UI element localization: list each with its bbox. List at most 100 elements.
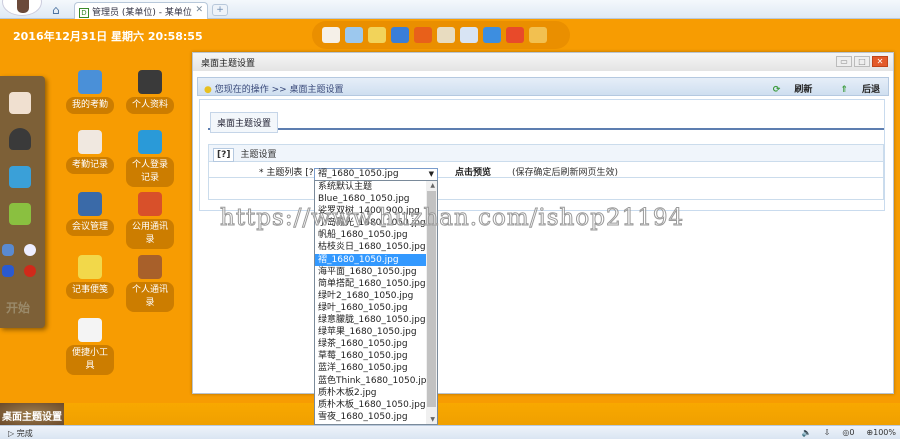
globe-icon[interactable] — [483, 27, 501, 43]
tab-strip: 桌面主题设置 — [208, 110, 884, 133]
lightbulb-icon: ● — [204, 85, 212, 95]
dropdown-option[interactable]: 绿叶_1680_1050.jpg — [315, 302, 426, 314]
content-area: 桌面主题设置 [?] 主题设置 * 主题列表 [?] 点击预览 (保存确定后刷新网… — [199, 99, 885, 211]
dropdown-option[interactable]: 草莓_1680_1050.jpg — [315, 350, 426, 362]
dropdown-option[interactable]: 绿叶2_1680_1050.jpg — [315, 290, 426, 302]
desktop-icon[interactable]: 个人登录记录 — [123, 130, 177, 187]
close-icon[interactable] — [24, 265, 36, 277]
scrollbar[interactable]: ▲ ▼ — [426, 181, 437, 424]
desktop-icon[interactable]: 个人通讯录 — [123, 255, 177, 312]
dropdown-option[interactable]: 质朴木板2.jpg — [315, 387, 426, 399]
dropdown-option[interactable]: 绿苹果_1680_1050.jpg — [315, 326, 426, 338]
mail-icon[interactable] — [368, 27, 386, 43]
theme-row: * 主题列表 [?] 点击预览 (保存确定后刷新网页生效) — [208, 162, 884, 178]
dropdown-option[interactable]: 娑罗双树_1400_900.jpg — [315, 205, 426, 217]
help-button[interactable]: [?] — [213, 148, 235, 162]
zoom-level: 100% — [873, 428, 896, 437]
desktop-icon-label: 公用通讯录 — [126, 219, 174, 249]
download-icon[interactable]: ⇩ — [824, 428, 831, 437]
home-icon[interactable]: ⌂ — [52, 3, 60, 17]
browser-tab-bar: ⌂ D 管理员 (某单位) - 某单位 ✕ + — [0, 0, 900, 19]
scrollbar-thumb[interactable] — [427, 191, 436, 407]
window-title-bar[interactable]: 桌面主题设置 ▭ □ ✕ — [193, 53, 893, 71]
favicon-icon: D — [79, 8, 89, 18]
desktop-icon[interactable]: 会议管理 — [63, 192, 117, 236]
dropdown-option[interactable]: 绿茶_1680_1050.jpg — [315, 338, 426, 350]
app-icon — [138, 130, 162, 154]
save-note: (保存确定后刷新网页生效) — [512, 168, 619, 178]
back-label: 后退 — [861, 85, 880, 95]
dropdown-option[interactable]: 简单搭配_1680_1050.jpg — [315, 278, 426, 290]
preview-link[interactable]: 点击预览 — [455, 165, 491, 178]
apps-icon[interactable] — [2, 265, 14, 277]
status-bar: ▷ 完成 🔈 ⇩ ◎0 ⊕100% — [0, 425, 900, 439]
app-icon — [78, 70, 102, 94]
status-text: 完成 — [16, 429, 33, 438]
notepad-icon[interactable] — [437, 27, 455, 43]
dropdown-option[interactable]: 系统默认主题 — [315, 181, 426, 193]
user-icon[interactable] — [9, 128, 31, 150]
desktop-icon[interactable]: 考勤记录 — [63, 130, 117, 174]
section-header: [?] 主题设置 — [208, 144, 884, 162]
calendar-icon[interactable] — [460, 27, 478, 43]
dropdown-option[interactable]: 蓝洋_1680_1050.jpg — [315, 362, 426, 374]
dropdown-option[interactable]: 海平面_1680_1050.jpg — [315, 266, 426, 278]
dropdown-option[interactable]: 雪夜_1680_1050.jpg — [315, 411, 426, 423]
home-icon[interactable] — [9, 92, 31, 114]
close-tab-icon[interactable]: ✕ — [195, 5, 203, 15]
game-icon[interactable] — [9, 203, 31, 225]
tab-theme-settings[interactable]: 桌面主题设置 — [210, 112, 279, 133]
dropdown-option[interactable]: 蓝色Think_1680_1050.jpg — [315, 375, 432, 387]
lifebuoy-icon[interactable] — [506, 27, 524, 43]
start-button[interactable]: 开始 — [6, 299, 30, 316]
phone-icon[interactable] — [24, 244, 36, 256]
refresh-button[interactable]: ⟳ 刷新 — [759, 85, 813, 95]
dropdown-option[interactable]: 枯枝炎日_1680_1050.jpg — [315, 241, 426, 253]
browser-tab[interactable]: D 管理员 (某单位) - 某单位 ✕ — [74, 2, 208, 19]
desktop-icon[interactable]: 我的考勤 — [63, 70, 117, 114]
selected-value: 褶_1680_1050.jpg — [318, 169, 399, 179]
window-icon[interactable] — [345, 27, 363, 43]
close-button[interactable]: ✕ — [872, 56, 888, 67]
zoom-control[interactable]: ⊕100% — [866, 428, 896, 437]
dropdown-option[interactable]: 褶_1680_1050.jpg — [315, 253, 426, 266]
section-title: 主题设置 — [240, 150, 277, 160]
breadcrumb-text: 您现在的操作 >> 桌面主题设置 — [214, 85, 344, 95]
desktop-icon[interactable]: 公用通讯录 — [123, 192, 177, 249]
desktop-icon-label: 会议管理 — [66, 219, 114, 236]
dropdown-option[interactable]: 质朴木板_1680_1050.jpg — [315, 399, 426, 411]
picture-icon[interactable] — [2, 244, 14, 256]
theme-settings-window: 桌面主题设置 ▭ □ ✕ ● 您现在的操作 >> 桌面主题设置 ⟳ 刷新 ⇑ 后退 桌面主… — [192, 52, 894, 394]
refresh-icon[interactable] — [391, 27, 409, 43]
minimize-button[interactable]: ▭ — [836, 56, 852, 67]
scroll-down-icon[interactable]: ▼ — [430, 416, 435, 423]
dropdown-option[interactable]: 绿意朦胧_1680_1050.jpg — [315, 314, 426, 326]
contacts-icon[interactable] — [9, 166, 31, 188]
home-icon[interactable] — [322, 27, 340, 43]
dropdown-option[interactable]: 帆船_1680_1050.jpg — [315, 229, 426, 241]
desktop-icon[interactable]: 记事便笺 — [63, 255, 117, 299]
breadcrumb: ● 您现在的操作 >> 桌面主题设置 ⟳ 刷新 ⇑ 后退 — [197, 77, 889, 96]
chevron-down-icon: ▼ — [428, 170, 434, 178]
user-avatar[interactable] — [2, 0, 42, 16]
desktop-icon[interactable]: 便捷小工具 — [63, 318, 117, 375]
refresh-icon: ⟳ — [772, 85, 781, 95]
desktop-icon[interactable]: 个人资料 — [123, 70, 177, 114]
sidebar-toggle-icon[interactable]: ▷ — [8, 429, 17, 438]
scroll-up-icon[interactable]: ▲ — [430, 182, 435, 189]
back-button[interactable]: ⇑ 后退 — [826, 85, 880, 95]
theme-list-label: * 主题列表 [?] — [258, 168, 317, 178]
rss-icon[interactable] — [414, 27, 432, 43]
taskbar-item[interactable]: 桌面主题设置 — [0, 403, 64, 425]
shield-icon[interactable]: ◎0 — [842, 428, 854, 437]
refresh-label: 刷新 — [794, 85, 813, 95]
speaker-icon[interactable]: 🔈 — [802, 428, 812, 437]
app-icon — [78, 192, 102, 216]
app-icon — [138, 192, 162, 216]
app-icon — [138, 70, 162, 94]
grid-icon[interactable] — [529, 27, 547, 43]
dropdown-option[interactable]: Blue_1680_1050.jpg — [315, 193, 426, 205]
dropdown-option[interactable]: 小岛霞光_1680_1050.jpg — [315, 217, 426, 229]
maximize-button[interactable]: □ — [854, 56, 870, 67]
new-tab-button[interactable]: + — [212, 4, 228, 16]
